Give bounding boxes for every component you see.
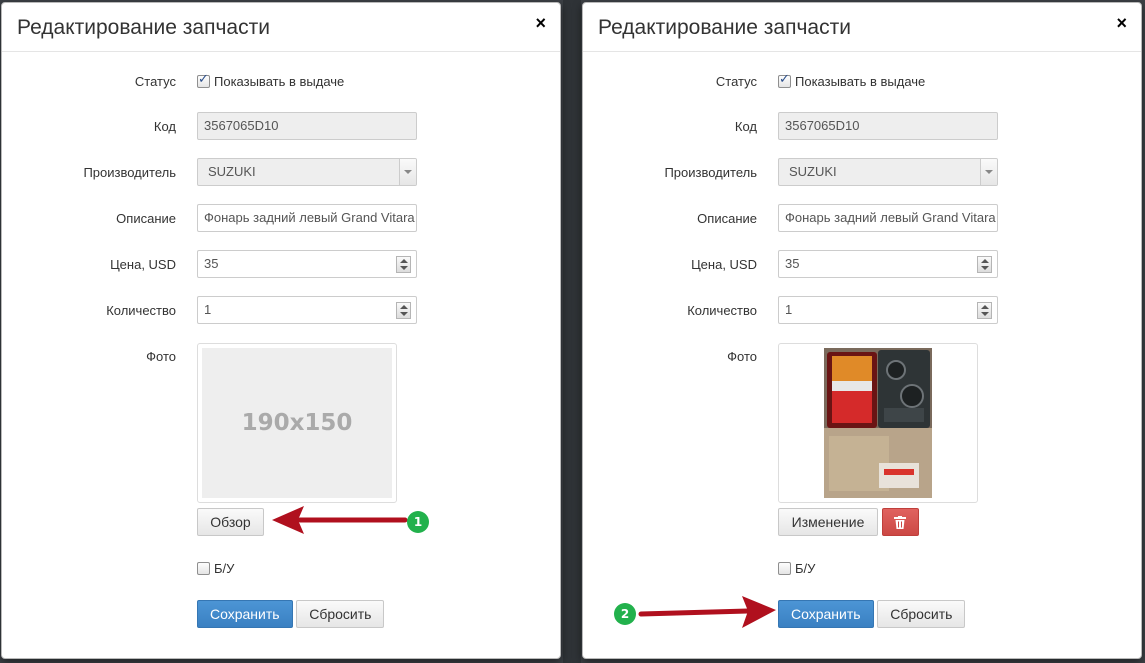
annotation-layer: [272, 506, 776, 628]
step-badge-2: 2: [614, 603, 636, 625]
step-badge-1: 1: [407, 511, 429, 533]
arrow-to-save-icon: [638, 596, 776, 628]
arrow-to-browse-icon: [272, 506, 408, 534]
